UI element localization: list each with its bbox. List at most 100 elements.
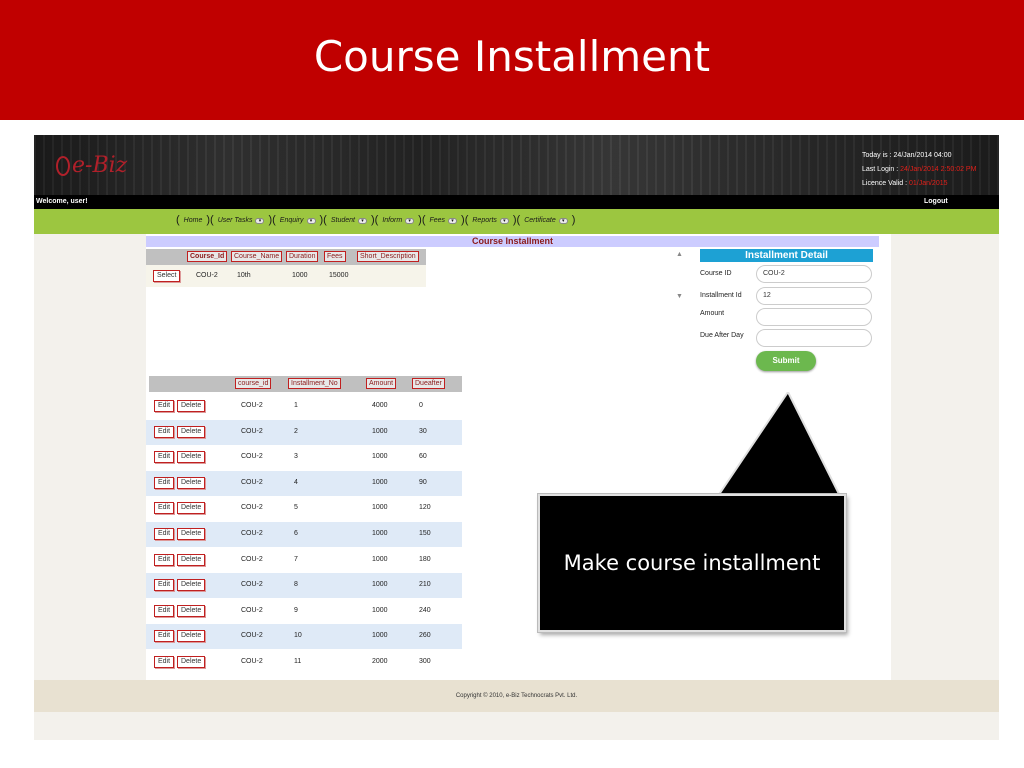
nav-item-fees[interactable]: Fees ▾	[425, 216, 461, 225]
nav-item-student[interactable]: Student ▾	[327, 216, 371, 225]
nav-label: Certificate	[524, 217, 556, 224]
dueafter-cell: 30	[419, 427, 427, 435]
course-id-label: Course ID	[700, 270, 732, 277]
col-duration[interactable]: Duration	[286, 251, 319, 262]
installment-no-cell: 3	[294, 453, 298, 461]
installment-no-cell: 2	[294, 427, 298, 435]
dueafter-cell: 240	[419, 606, 431, 614]
col-dueafter[interactable]: Dueafter	[412, 378, 445, 389]
nav-item-certificate[interactable]: Certificate ▾	[520, 216, 572, 225]
submit-button[interactable]: Submit	[756, 351, 816, 371]
amount-cell: 1000	[372, 632, 388, 640]
table-row: Edit Delete COU-2 8 1000 210	[146, 573, 462, 599]
course-id-cell: COU-2	[241, 427, 263, 435]
amount-field[interactable]	[756, 308, 872, 326]
nav-label: Enquiry	[279, 217, 304, 224]
delete-button[interactable]: Delete	[177, 502, 206, 515]
col-course-id-lower[interactable]: course_id	[235, 378, 272, 389]
col-fees[interactable]: Fees	[324, 251, 346, 262]
nav-item-inform[interactable]: Inform ▾	[378, 216, 418, 225]
delete-button[interactable]: Delete	[177, 451, 206, 464]
delete-button[interactable]: Delete	[177, 630, 206, 643]
delete-button[interactable]: Delete	[177, 476, 206, 489]
nav-label: Inform	[382, 217, 403, 224]
nav-separator: )(	[206, 214, 214, 226]
edit-button[interactable]: Edit	[154, 502, 175, 515]
amount-cell: 1000	[372, 581, 388, 589]
due-after-day-field[interactable]	[756, 329, 872, 347]
installment-no-cell: 9	[294, 606, 298, 614]
table-row: Edit Delete COU-2 10 1000 260	[146, 624, 462, 650]
edit-button[interactable]: Edit	[154, 604, 175, 617]
edit-button[interactable]: Edit	[154, 476, 175, 489]
delete-button[interactable]: Delete	[177, 604, 206, 617]
dueafter-cell: 210	[419, 581, 431, 589]
nav-item-reports[interactable]: Reports ▾	[468, 216, 513, 225]
logout-link[interactable]: Logout	[924, 198, 948, 205]
nav-label: Home	[183, 217, 203, 224]
edit-button[interactable]: Edit	[154, 630, 175, 643]
col-amount[interactable]: Amount	[366, 378, 397, 389]
installment-no-cell: 5	[294, 504, 298, 512]
course-id-field[interactable]: COU-2	[756, 265, 872, 283]
nav-item-home[interactable]: Home	[180, 216, 207, 225]
delete-button[interactable]: Delete	[177, 579, 206, 592]
nav-item-user-tasks[interactable]: User Tasks ▾	[214, 216, 269, 225]
welcome-bar: Welcome, user! Logout	[34, 195, 999, 209]
col-course-id[interactable]: Course_Id	[187, 251, 228, 262]
nav-label: User Tasks	[217, 217, 253, 224]
slide-header: Course Installment	[0, 0, 1024, 120]
welcome-text: Welcome, user!	[36, 198, 88, 205]
chevron-down-icon: ▾	[357, 217, 367, 224]
licence-value: 01/Jan/2015	[908, 180, 948, 187]
duration-cell: 1000	[292, 272, 308, 279]
course-name-cell: 10th	[237, 272, 251, 279]
nav-label: Reports	[472, 217, 497, 224]
scroll-up-icon[interactable]: ▲	[676, 251, 683, 258]
delete-button[interactable]: Delete	[177, 553, 206, 566]
installment-no-cell: 4	[294, 478, 298, 486]
logo-swirl-icon	[56, 156, 70, 176]
ebiz-logo: e-Biz	[56, 153, 127, 178]
col-installment-no[interactable]: Installment_No	[288, 378, 341, 389]
chevron-down-icon: ▾	[558, 217, 568, 224]
amount-cell: 1000	[372, 478, 388, 486]
delete-button[interactable]: Delete	[177, 656, 206, 668]
col-course-name[interactable]: Course_Name	[231, 251, 283, 262]
dueafter-cell: 60	[419, 453, 427, 461]
nav-separator: )(	[268, 214, 276, 226]
dueafter-cell: 90	[419, 478, 427, 486]
last-login-value: 24/Jan/2014 2:50:02 PM	[900, 166, 977, 173]
edit-button[interactable]: Edit	[154, 528, 175, 540]
nav-separator: )(	[370, 214, 379, 226]
chevron-down-icon: ▾	[448, 217, 458, 224]
col-short-description[interactable]: Short_Description	[357, 251, 419, 262]
edit-button[interactable]: Edit	[154, 579, 175, 592]
edit-button[interactable]: Edit	[154, 400, 175, 412]
nav-item-enquiry[interactable]: Enquiry ▾	[276, 216, 320, 225]
installment-no-cell: 1	[294, 402, 298, 409]
app-window: e-Biz Today is : 24/Jan/2014 04:00 Last …	[34, 135, 999, 740]
delete-button[interactable]: Delete	[177, 400, 206, 412]
table-row: Edit Delete COU-2 2 1000 30	[146, 419, 462, 445]
callout-text: Make course installment	[563, 551, 821, 575]
select-button[interactable]: Select	[153, 270, 181, 282]
due-after-day-label: Due After Day	[700, 332, 744, 339]
nav-separator: )	[571, 214, 576, 226]
scroll-down-icon[interactable]: ▼	[676, 293, 683, 300]
amount-label: Amount	[700, 310, 725, 317]
amount-cell: 1000	[372, 504, 388, 512]
edit-button[interactable]: Edit	[154, 451, 175, 464]
delete-button[interactable]: Delete	[177, 425, 206, 438]
amount-cell: 2000	[372, 658, 388, 665]
edit-button[interactable]: Edit	[154, 656, 175, 668]
edit-button[interactable]: Edit	[154, 425, 175, 438]
delete-button[interactable]: Delete	[177, 528, 206, 540]
installment-id-label: Installment Id	[700, 292, 742, 299]
table-row: Edit Delete COU-2 3 1000 60	[146, 445, 462, 470]
installment-id-field[interactable]: 12	[756, 287, 872, 305]
edit-button[interactable]: Edit	[154, 553, 175, 566]
dueafter-cell: 180	[419, 555, 431, 563]
course-id-cell: COU-2	[241, 658, 263, 665]
dueafter-cell: 120	[419, 504, 431, 512]
